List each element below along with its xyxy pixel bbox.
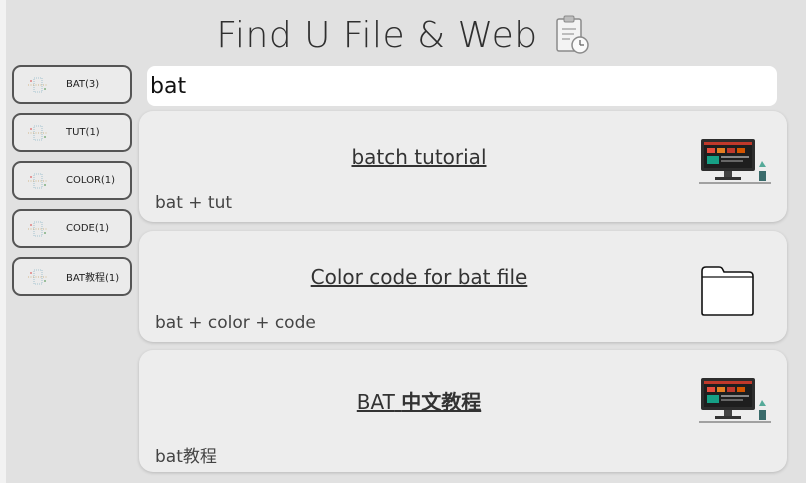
folder-icon bbox=[701, 266, 754, 316]
tag-label: COLOR(1) bbox=[66, 175, 116, 186]
tag-label: CODE(1) bbox=[66, 223, 110, 234]
tag-label: BAT(3) bbox=[66, 79, 100, 90]
header: Find U File & Web bbox=[0, 10, 806, 60]
tag-button-color[interactable]: COLOR(1) bbox=[12, 161, 132, 200]
result-title-bold: 中文教程 bbox=[401, 390, 482, 414]
clipboard-clock-icon bbox=[555, 15, 589, 54]
tag-icon bbox=[28, 221, 48, 236]
search-input[interactable] bbox=[147, 66, 777, 106]
tag-icon bbox=[28, 173, 48, 188]
result-card[interactable]: BAT 中文教程 bat教程 bbox=[139, 350, 787, 472]
website-monitor-icon bbox=[699, 378, 771, 423]
result-title-link[interactable]: batch tutorial bbox=[139, 145, 699, 169]
tag-button-tut[interactable]: TUT(1) bbox=[12, 113, 132, 152]
result-keywords: bat + tut bbox=[155, 193, 233, 213]
tag-icon bbox=[28, 269, 48, 284]
result-title-link[interactable]: Color code for bat file bbox=[139, 265, 699, 289]
app-title: Find U File & Web bbox=[216, 14, 538, 56]
tag-label: TUT(1) bbox=[66, 127, 100, 138]
result-card[interactable]: batch tutorial bat + tut bbox=[139, 111, 787, 222]
tag-button-bat[interactable]: BAT(3) bbox=[12, 65, 132, 104]
tag-icon bbox=[28, 125, 48, 140]
result-keywords: bat + color + code bbox=[155, 313, 316, 333]
result-title-link[interactable]: BAT 中文教程 bbox=[139, 386, 699, 415]
tag-label: BAT教程(1) bbox=[66, 273, 120, 284]
tag-button-bat-tutorial-cn[interactable]: BAT教程(1) bbox=[12, 257, 132, 296]
result-title-prefix: BAT bbox=[356, 390, 395, 414]
result-keywords: bat教程 bbox=[155, 447, 217, 467]
result-card[interactable]: Color code for bat file bat + color + co… bbox=[139, 231, 787, 342]
website-monitor-icon bbox=[699, 139, 771, 184]
tag-sidebar: BAT(3) TUT(1) COLOR(1) CODE(1) BAT教程(1) bbox=[12, 65, 132, 305]
tag-button-code[interactable]: CODE(1) bbox=[12, 209, 132, 248]
tag-icon bbox=[28, 77, 48, 92]
